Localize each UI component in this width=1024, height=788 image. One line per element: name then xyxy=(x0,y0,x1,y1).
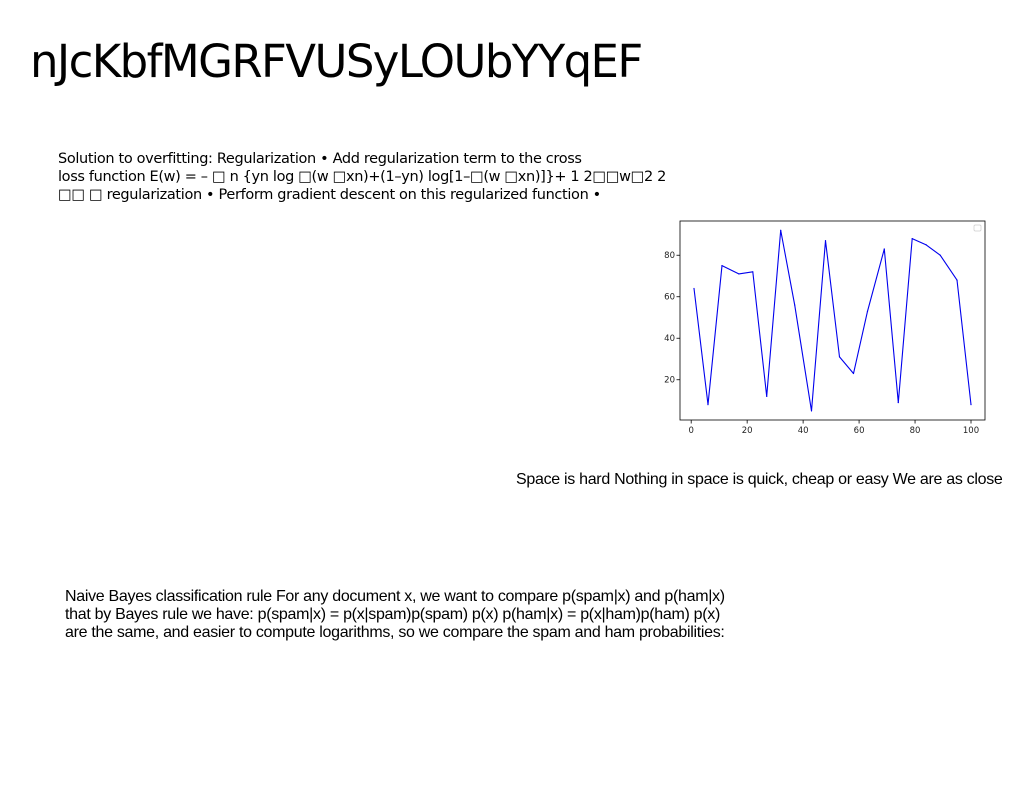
x-tick-label: 40 xyxy=(798,426,809,436)
x-tick-label: 20 xyxy=(742,426,753,436)
data-point xyxy=(866,310,869,312)
y-tick-label: 80 xyxy=(664,251,675,261)
x-tick-label: 100 xyxy=(963,426,979,436)
slide-title: nJcKbfMGRFVUSyLOUbYYqEF xyxy=(30,35,643,88)
x-tick-label: 60 xyxy=(854,426,865,436)
y-tick-label: 40 xyxy=(664,334,675,344)
data-point xyxy=(852,372,855,375)
overfitting-text: Solution to overfitting: Regularization … xyxy=(58,150,666,204)
bayes-text: Naive Bayes classification rule For any … xyxy=(65,588,725,642)
data-point xyxy=(810,410,813,412)
data-point xyxy=(738,273,740,275)
line-chart: 0 20 40 60 80 100 20 40 60 80 xyxy=(664,220,986,436)
data-point xyxy=(752,271,754,273)
data-point xyxy=(693,287,695,290)
overfitting-line: Solution to overfitting: Regularization … xyxy=(58,151,582,167)
data-point xyxy=(939,254,941,256)
data-point xyxy=(766,395,768,397)
y-tick-label: 60 xyxy=(664,293,675,303)
y-tick-label: 20 xyxy=(664,376,675,386)
legend-box xyxy=(973,224,982,232)
overfitting-line: □□ □ regularization • Perform gradient d… xyxy=(58,187,601,203)
data-point xyxy=(707,404,709,406)
bayes-line: that by Bayes rule we have: p(spam|x) = … xyxy=(65,606,721,623)
space-text: Space is hard Nothing in space is quick,… xyxy=(516,471,1024,489)
data-point xyxy=(911,238,913,240)
space-line: Space is hard Nothing in space is quick,… xyxy=(516,471,1003,488)
data-point xyxy=(838,356,841,358)
overfitting-line: loss function E(w) = – □ n {yn log □(w □… xyxy=(58,169,666,185)
data-point xyxy=(780,229,782,231)
data-point xyxy=(794,304,796,306)
x-tick-label: 80 xyxy=(910,426,921,436)
plot-frame xyxy=(679,220,986,421)
data-point xyxy=(956,279,958,281)
series-line xyxy=(693,229,972,412)
data-point xyxy=(925,244,927,246)
data-point xyxy=(883,248,885,250)
data-point xyxy=(897,401,899,404)
data-point xyxy=(824,240,827,242)
bayes-line: are the same, and easier to compute loga… xyxy=(65,624,725,641)
data-point xyxy=(721,265,723,267)
x-tick-label: 0 xyxy=(688,426,693,436)
bayes-line: Naive Bayes classification rule For any … xyxy=(65,588,725,605)
data-point xyxy=(970,404,972,406)
